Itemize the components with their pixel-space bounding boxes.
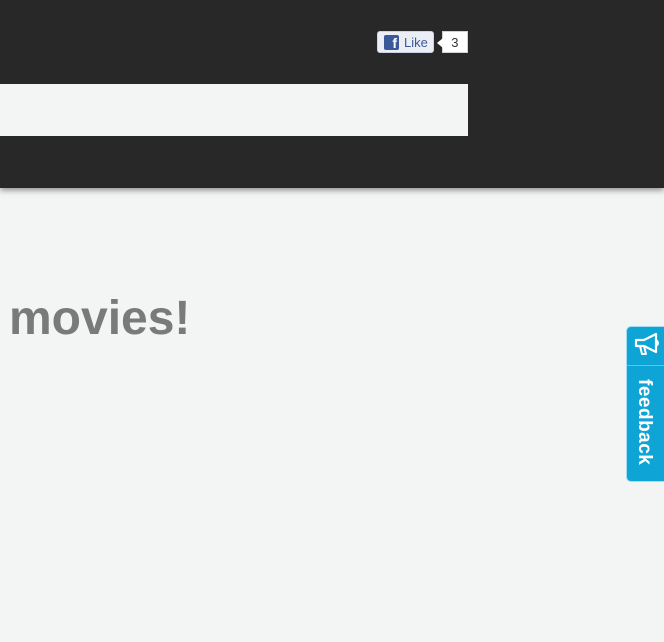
page-headline: movies! [9, 292, 191, 345]
facebook-like-count: 3 [436, 31, 468, 53]
feedback-label: feedback [634, 379, 655, 466]
feedback-tab[interactable]: feedback [626, 326, 664, 482]
search-input[interactable] [0, 84, 468, 136]
facebook-like-widget: f Like 3 [377, 31, 468, 53]
site-header: f Like 3 [0, 0, 664, 188]
feedback-icon-container [627, 327, 664, 366]
facebook-icon: f [384, 34, 399, 50]
megaphone-icon [632, 331, 662, 362]
facebook-like-button[interactable]: f Like [377, 31, 434, 53]
facebook-like-label: Like [404, 34, 428, 50]
